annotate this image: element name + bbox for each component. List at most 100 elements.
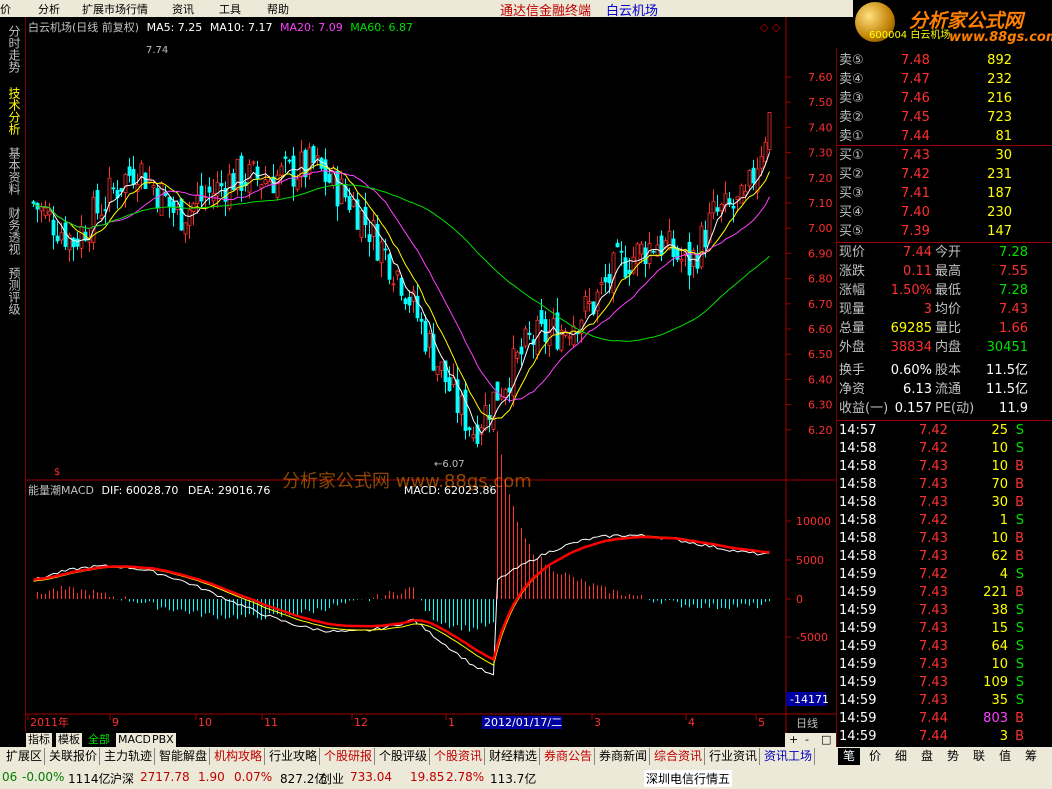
tick-price: 7.43 xyxy=(919,657,948,672)
tab-technical[interactable]: 技术分析 xyxy=(3,87,23,135)
candle-body xyxy=(467,427,472,431)
candle-body xyxy=(399,277,404,296)
zoom-in-icon[interactable]: + xyxy=(789,733,798,746)
menu-item[interactable]: 分析 xyxy=(38,1,60,17)
panel-tab[interactable]: 价 xyxy=(864,748,886,765)
tick-time: 14:58 xyxy=(839,531,877,546)
price-tick-label: 7.10 xyxy=(808,197,833,210)
quote-panel: 卖⑤ 7.48 892 卖④ 7.47 232 卖③ 7.46 216 卖② 7.45 723 卖① 7.… xyxy=(836,48,1052,748)
ask-volume: 216 xyxy=(987,91,1012,106)
candle-body xyxy=(639,243,644,255)
tick-price: 7.43 xyxy=(919,693,948,708)
nav-item[interactable]: 扩展区 xyxy=(4,748,46,765)
tab-indicator[interactable]: 指标 xyxy=(26,733,52,747)
nav-item[interactable]: 券商新闻 xyxy=(597,748,651,765)
tick-side: B xyxy=(1015,495,1024,510)
quote-label: 最低 xyxy=(935,283,962,298)
panel-tab[interactable]: 值 xyxy=(994,748,1016,765)
candle-body xyxy=(259,184,264,189)
menu-item[interactable]: 帮助 xyxy=(267,1,289,17)
tab-timeshare[interactable]: 分时走势 xyxy=(3,25,23,73)
tick-price: 7.43 xyxy=(919,477,948,492)
candle-body xyxy=(611,252,616,294)
diamond-icon[interactable]: ◇ xyxy=(760,21,769,34)
candle-body xyxy=(515,351,520,359)
macd-title: 能量潮MACD xyxy=(28,483,94,497)
tick-price: 7.43 xyxy=(919,459,948,474)
candle-body xyxy=(235,158,240,191)
index-name[interactable]: 创业 xyxy=(320,770,344,787)
index-name[interactable]: 沪深 xyxy=(110,770,134,787)
nav-item[interactable]: 机构攻略 xyxy=(212,748,266,765)
candle-body xyxy=(435,366,440,375)
candle-body xyxy=(75,238,80,247)
menu-item[interactable]: 工具 xyxy=(219,1,241,17)
tab-template[interactable]: 模板 xyxy=(56,733,82,747)
nav-item[interactable]: 综合资讯 xyxy=(652,748,706,765)
nav-item[interactable]: 关联报价 xyxy=(47,748,101,765)
quote-label: 现量 xyxy=(839,302,866,317)
split-icon[interactable]: □ xyxy=(821,733,831,746)
panel-tab[interactable]: 笔 xyxy=(838,748,860,765)
status-bar: 06 -0.00% 1114亿 沪深 2717.78 1.90 0.07% 82… xyxy=(0,766,1052,789)
candle-body xyxy=(123,173,128,193)
quote-label: 收益(一) xyxy=(839,401,889,416)
candle-body xyxy=(763,141,768,162)
tick-price: 7.43 xyxy=(919,675,948,690)
quote-label: 外盘 xyxy=(839,340,866,355)
candle-body xyxy=(207,186,212,193)
chart-area[interactable]: 7.60 7.50 7.40 7.30 7.20 7.10 7.00 6.90 6.80 6.70… xyxy=(26,17,836,733)
diamond-icon[interactable]: ◇ xyxy=(772,21,781,34)
status-value: 1114亿 xyxy=(68,772,111,786)
tab-finance[interactable]: 财务透视 xyxy=(3,207,23,255)
divider xyxy=(837,420,1052,421)
tab-all[interactable]: 全部 xyxy=(86,733,112,747)
panel-tab[interactable]: 盘 xyxy=(916,748,938,765)
candle-body xyxy=(699,225,704,268)
time-tick-label: 11 xyxy=(264,716,278,729)
quote-label: 流通 xyxy=(935,382,962,397)
time-tick-label: 12 xyxy=(354,716,368,729)
candle-body xyxy=(43,207,48,216)
ask-volume: 892 xyxy=(987,53,1012,68)
zoom-controls: + - □ xyxy=(785,733,836,747)
candle-body xyxy=(571,325,576,346)
candle-body xyxy=(315,155,320,159)
menu-item[interactable]: 扩展市场行情 xyxy=(82,1,148,17)
nav-item[interactable]: 券商公告 xyxy=(542,748,596,765)
tab-basic-info[interactable]: 基本资料 xyxy=(3,147,23,195)
low-label: ←6.07 xyxy=(434,459,465,470)
panel-tab[interactable]: 细 xyxy=(890,748,912,765)
candle-body xyxy=(395,270,400,276)
bid-volume: 147 xyxy=(987,224,1012,239)
tab-macd[interactable]: MACD xyxy=(116,733,153,747)
nav-item[interactable]: 行业攻略 xyxy=(267,748,321,765)
tab-forecast[interactable]: 预测评级 xyxy=(3,267,23,315)
candle-body xyxy=(459,395,464,415)
nav-item[interactable]: 资讯工场 xyxy=(762,748,816,765)
candle-body xyxy=(95,190,100,214)
candle-body xyxy=(59,232,64,241)
tick-price: 7.42 xyxy=(919,441,948,456)
nav-item[interactable]: 个股研报 xyxy=(322,748,376,765)
zoom-out-icon[interactable]: - xyxy=(805,733,809,746)
panel-tab[interactable]: 联 xyxy=(968,748,990,765)
logo-url: www.88gs.com xyxy=(949,30,1052,45)
candle-body xyxy=(539,310,544,325)
nav-item[interactable]: 个股资讯 xyxy=(432,748,486,765)
nav-item[interactable]: 主力轨迹 xyxy=(102,748,156,765)
tick-volume: 64 xyxy=(991,639,1008,654)
menu-item[interactable]: 价 xyxy=(0,1,11,17)
nav-item[interactable]: 智能解盘 xyxy=(157,748,211,765)
period-label[interactable]: 日线 xyxy=(796,716,818,730)
nav-item[interactable]: 个股评级 xyxy=(377,748,431,765)
menu-item[interactable]: 资讯 xyxy=(172,1,194,17)
ma60-label: MA60: 6.87 xyxy=(350,21,413,34)
panel-tab[interactable]: 筹 xyxy=(1020,748,1042,765)
candle-body xyxy=(347,196,352,210)
nav-item[interactable]: 财经精选 xyxy=(487,748,541,765)
tab-pbx[interactable]: PBX xyxy=(150,733,176,747)
nav-item[interactable]: 行业资讯 xyxy=(707,748,761,765)
panel-tab[interactable]: 势 xyxy=(942,748,964,765)
candle-body xyxy=(407,296,412,306)
